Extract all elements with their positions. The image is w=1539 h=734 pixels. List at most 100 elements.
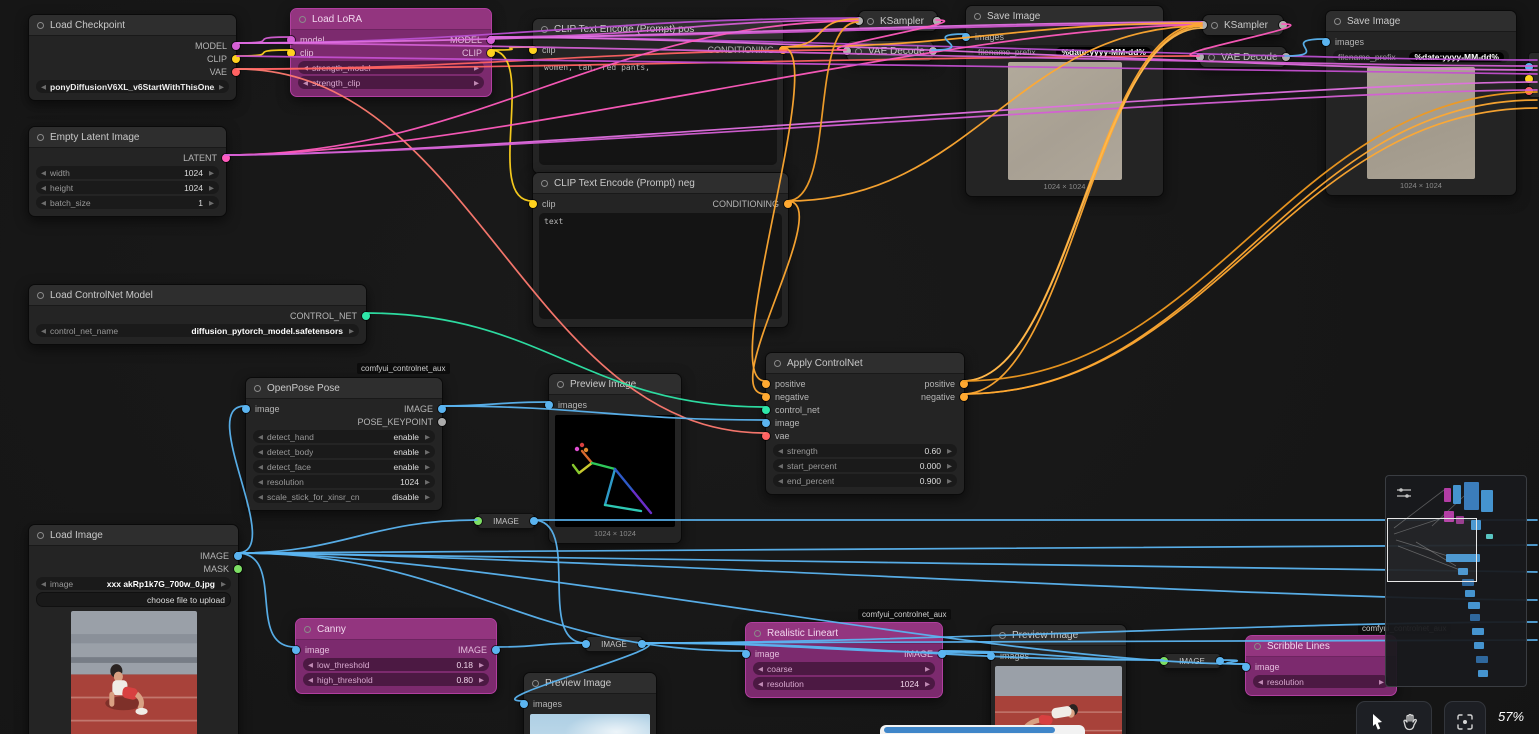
decrement-arrow-icon[interactable]: ◀: [303, 64, 308, 72]
input-slot-vae[interactable]: [762, 431, 770, 440]
increment-arrow-icon[interactable]: ▶: [425, 493, 430, 501]
node-header[interactable]: Preview Image: [524, 673, 656, 694]
node-collapse-dot[interactable]: [1334, 17, 1341, 25]
widget-filename_prefix[interactable]: filename_prefix %date:yyyy-MM-dd%: [1333, 50, 1509, 63]
output-slot-MODEL[interactable]: [232, 41, 240, 50]
decrement-arrow-icon[interactable]: ◀: [258, 478, 263, 486]
increment-arrow-icon[interactable]: ▶: [925, 665, 930, 673]
increment-arrow-icon[interactable]: ▶: [425, 448, 430, 456]
node-collapse-dot[interactable]: [557, 380, 564, 388]
node-collapse-dot[interactable]: [37, 21, 44, 29]
reroute-node[interactable]: IMAGE: [474, 513, 538, 529]
node-header[interactable]: Realistic Lineart: [746, 623, 942, 644]
widget-low_threshold[interactable]: ◀ low_threshold 0.18 ▶: [303, 658, 489, 671]
reroute-node[interactable]: IMAGE: [582, 636, 646, 652]
node-collapse-dot[interactable]: [541, 25, 548, 33]
node-header[interactable]: Canny: [296, 619, 496, 640]
widget-high_threshold[interactable]: ◀ high_threshold 0.80 ▶: [303, 673, 489, 686]
offscreen-slot-dot[interactable]: [1525, 63, 1533, 71]
node-collapse-dot[interactable]: [304, 625, 311, 633]
widget-image[interactable]: ◀ image xxx akRp1k7G_700w_0.jpg ▶: [36, 577, 231, 590]
widget-detect_body[interactable]: ◀ detect_body enable ▶: [253, 445, 435, 458]
widget-resolution[interactable]: ◀ resolution ▶: [1253, 675, 1389, 688]
output-slot-negative[interactable]: [960, 392, 968, 401]
increment-arrow-icon[interactable]: ▶: [474, 64, 479, 72]
decrement-arrow-icon[interactable]: ◀: [41, 580, 46, 588]
reroute-input-dot[interactable]: [1160, 657, 1168, 665]
collapsed-input-dot[interactable]: [843, 47, 851, 55]
minimap[interactable]: [1385, 475, 1527, 687]
widget-resolution[interactable]: ◀ resolution 1024 ▶: [253, 475, 435, 488]
node-header[interactable]: Load LoRA: [291, 9, 491, 30]
zoom-level[interactable]: 57%: [1498, 709, 1524, 724]
decrement-arrow-icon[interactable]: ◀: [258, 433, 263, 441]
widget-detect_hand[interactable]: ◀ detect_hand enable ▶: [253, 430, 435, 443]
widget-control_net_name[interactable]: ◀ control_net_name diffusion_pytorch_model…: [36, 324, 359, 337]
node-collapse-dot[interactable]: [974, 12, 981, 20]
increment-arrow-icon[interactable]: ▶: [425, 433, 430, 441]
node-header[interactable]: KSampler: [1203, 15, 1283, 35]
node-collapse-dot[interactable]: [37, 133, 44, 141]
increment-arrow-icon[interactable]: ▶: [947, 477, 952, 485]
node-header[interactable]: OpenPose Pose: [246, 378, 442, 399]
reroute-node[interactable]: IMAGE: [1160, 653, 1224, 669]
prompt-textarea[interactable]: text: [539, 213, 782, 319]
input-slot-clip[interactable]: [287, 48, 295, 57]
node-collapse-dot[interactable]: [1254, 642, 1261, 650]
node-header[interactable]: Load Checkpoint: [29, 15, 236, 36]
output-slot-CLIP[interactable]: [232, 54, 240, 63]
reroute-input-dot[interactable]: [474, 517, 482, 525]
pointer-tool-icon[interactable]: [1369, 713, 1385, 731]
collapsed-output-dot[interactable]: [1282, 53, 1290, 61]
input-slot-images[interactable]: [545, 400, 553, 409]
node-collapse-dot[interactable]: [855, 47, 862, 55]
collapsed-output-dot[interactable]: [933, 17, 941, 25]
output-slot-MODEL[interactable]: [487, 35, 495, 44]
minimap-viewport[interactable]: [1387, 518, 1477, 582]
output-slot-positive[interactable]: [960, 379, 968, 388]
increment-arrow-icon[interactable]: ▶: [925, 680, 930, 688]
node-header[interactable]: CLIP Text Encode (Prompt) neg: [533, 173, 788, 194]
widget-strength_clip[interactable]: ◀ strength_clip ▶: [298, 76, 484, 89]
input-slot-clip[interactable]: [529, 45, 537, 54]
increment-arrow-icon[interactable]: ▶: [1379, 678, 1384, 686]
increment-arrow-icon[interactable]: ▶: [479, 676, 484, 684]
node-header[interactable]: VAE Decode: [1200, 47, 1286, 67]
input-slot-negative[interactable]: [762, 392, 770, 401]
node-collapse-dot[interactable]: [532, 679, 539, 687]
node-header[interactable]: Preview Image: [549, 374, 681, 395]
node-header[interactable]: Load ControlNet Model: [29, 285, 366, 306]
decrement-arrow-icon[interactable]: ◀: [41, 184, 46, 192]
output-slot-CONDITIONING[interactable]: [779, 45, 787, 54]
decrement-arrow-icon[interactable]: ◀: [778, 477, 783, 485]
increment-arrow-icon[interactable]: ▶: [479, 661, 484, 669]
input-slot-image[interactable]: [292, 645, 300, 654]
input-slot-images[interactable]: [987, 651, 995, 660]
decrement-arrow-icon[interactable]: ◀: [308, 661, 313, 669]
output-slot-IMAGE[interactable]: [938, 649, 946, 658]
increment-arrow-icon[interactable]: ▶: [474, 79, 479, 87]
prompt-textarea[interactable]: women, tan, red pants,: [539, 59, 777, 165]
decrement-arrow-icon[interactable]: ◀: [778, 462, 783, 470]
widget-filename_prefix[interactable]: filename_prefix %date:yyyy-MM-dd%: [973, 45, 1156, 58]
collapsed-input-dot[interactable]: [855, 17, 863, 25]
offscreen-slot-dot[interactable]: [1525, 87, 1533, 95]
output-slot-CONDITIONING[interactable]: [784, 199, 792, 208]
increment-arrow-icon[interactable]: ▶: [947, 447, 952, 455]
collapsed-input-dot[interactable]: [1196, 53, 1204, 61]
widget-start_percent[interactable]: ◀ start_percent 0.000 ▶: [773, 459, 957, 472]
decrement-arrow-icon[interactable]: ◀: [1258, 678, 1263, 686]
output-slot-IMAGE[interactable]: [234, 551, 242, 560]
offscreen-slot-dot[interactable]: [1525, 75, 1533, 83]
widget-end_percent[interactable]: ◀ end_percent 0.900 ▶: [773, 474, 957, 487]
node-collapse-dot[interactable]: [754, 629, 761, 637]
input-slot-model[interactable]: [287, 35, 295, 44]
reroute-output-dot[interactable]: [1216, 657, 1224, 665]
node-header[interactable]: Load Image: [29, 525, 238, 546]
output-slot-LATENT[interactable]: [222, 153, 230, 162]
decrement-arrow-icon[interactable]: ◀: [41, 327, 46, 335]
output-slot-VAE[interactable]: [232, 67, 240, 76]
fit-view-button[interactable]: [1444, 701, 1486, 734]
increment-arrow-icon[interactable]: ▶: [209, 169, 214, 177]
widget-strength_model[interactable]: ◀ strength_model ▶: [298, 61, 484, 74]
